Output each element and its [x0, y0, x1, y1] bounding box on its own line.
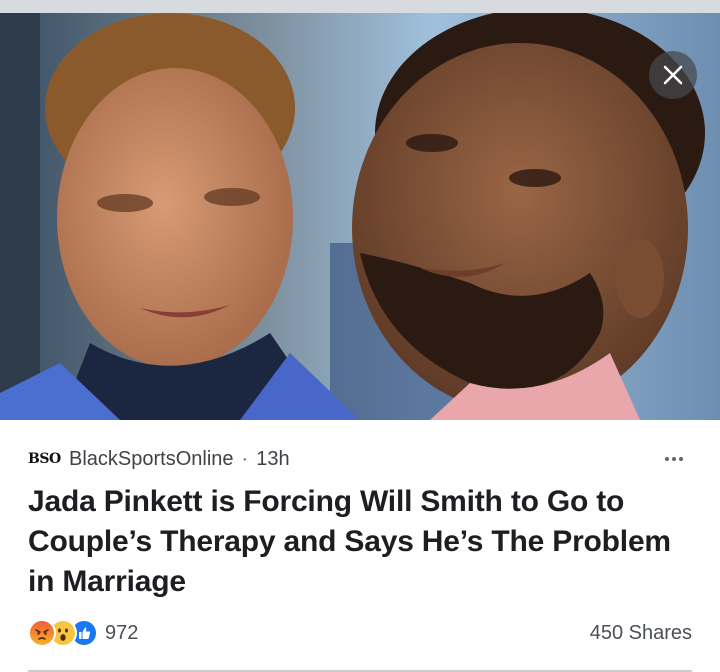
close-icon[interactable] — [662, 64, 684, 86]
top-strip — [0, 0, 720, 13]
post-card: BSO BlackSportsOnline · 13h Jada Pinkett… — [0, 420, 720, 672]
close-button[interactable] — [649, 51, 697, 99]
more-dot — [672, 457, 676, 461]
reactions-summary[interactable]: 972 — [28, 618, 138, 648]
share-count[interactable]: 450 Shares — [590, 618, 692, 648]
post-time[interactable]: 13h — [256, 448, 289, 471]
article-photo[interactable] — [0, 13, 720, 420]
source-logo-text: BSO — [28, 451, 61, 467]
post-headline[interactable]: Jada Pinkett is Forcing Will Smith to Go… — [28, 482, 700, 602]
more-dot — [679, 457, 683, 461]
source-row: BSO BlackSportsOnline · 13h — [28, 444, 692, 474]
photo-illustration — [0, 13, 720, 420]
reaction-count: 972 — [105, 621, 139, 644]
angry-reaction-icon — [28, 619, 56, 647]
more-options-icon[interactable] — [656, 444, 692, 474]
source-name[interactable]: BlackSportsOnline — [69, 448, 234, 471]
more-dot — [665, 457, 669, 461]
source-logo[interactable]: BSO — [28, 444, 64, 474]
separator-dot: · — [241, 447, 249, 470]
